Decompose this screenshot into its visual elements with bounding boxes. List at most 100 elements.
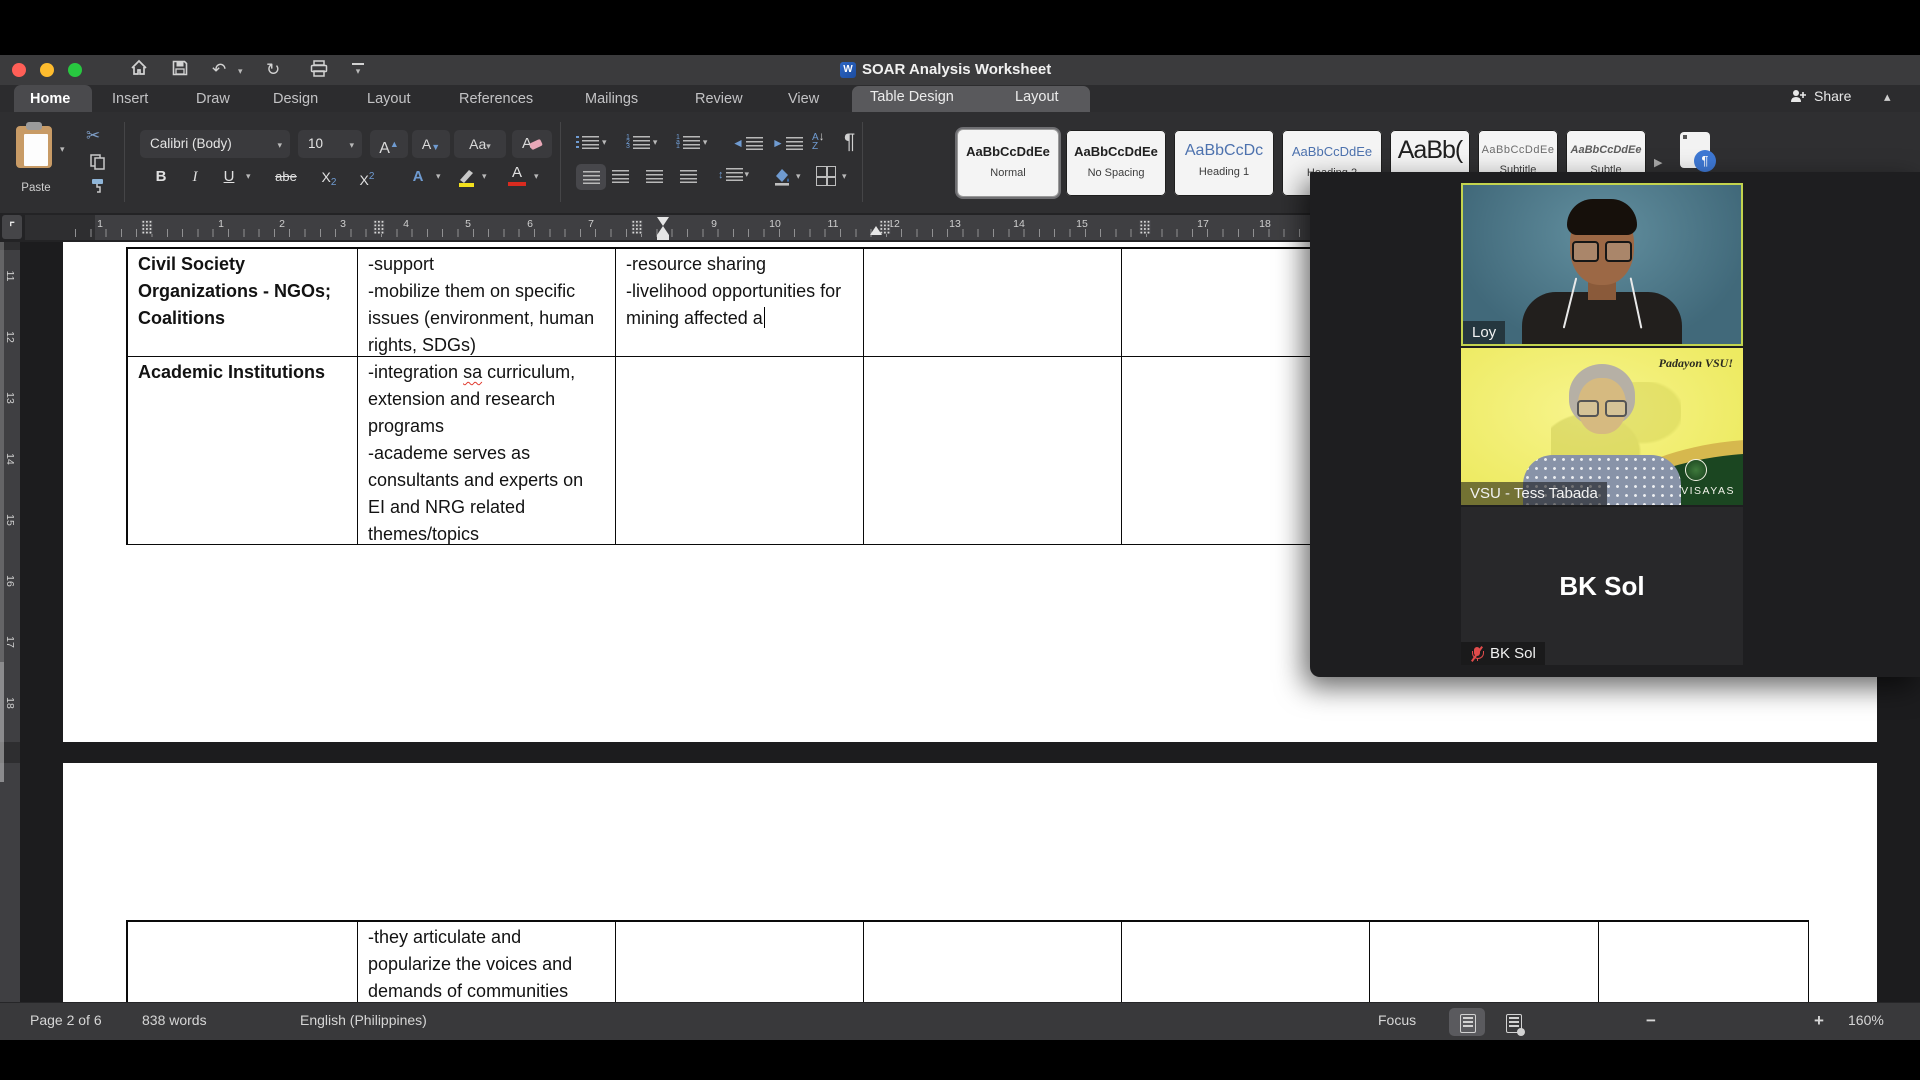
borders-dropdown-icon[interactable]: ▾ [842, 171, 847, 182]
print-icon[interactable] [310, 60, 328, 77]
table-column-marker[interactable] [142, 220, 153, 234]
table-column-marker[interactable] [632, 220, 643, 234]
right-indent-marker[interactable] [870, 226, 882, 235]
table-column-marker[interactable] [374, 220, 385, 234]
first-line-indent-marker[interactable] [657, 217, 669, 226]
line-spacing-dropdown-icon[interactable]: ▾ [745, 169, 750, 180]
bullets-dropdown-icon[interactable]: ▾ [602, 137, 607, 148]
font-name-select[interactable]: Calibri (Body)▾ [140, 130, 290, 158]
save-icon[interactable] [172, 60, 188, 76]
text-effects-dropdown-icon[interactable]: ▾ [436, 171, 441, 182]
shading-dropdown-icon[interactable]: ▾ [796, 171, 801, 182]
table-column-marker[interactable] [1140, 220, 1151, 234]
styles-pane-button[interactable]: ¶ [1680, 132, 1710, 168]
table-cell[interactable] [616, 922, 864, 1004]
language-indicator[interactable]: English (Philippines) [300, 1012, 427, 1028]
page-indicator[interactable]: Page 2 of 6 [30, 1012, 102, 1028]
underline-dropdown-icon[interactable]: ▾ [246, 171, 251, 182]
paste-dropdown-icon[interactable]: ▾ [60, 144, 65, 155]
style-no-spacing[interactable]: AaBbCcDdEe No Spacing [1066, 130, 1166, 196]
table-cell[interactable] [128, 922, 358, 1004]
quick-access-more-icon[interactable]: ▾ [352, 63, 364, 77]
video-call-panel[interactable]: Loy Padayon VSU! VISAYAS VSU - Tess Taba… [1310, 172, 1920, 677]
table-cell[interactable]: -resource sharing -livelihood opportunit… [616, 249, 864, 357]
focus-mode-label[interactable]: Focus [1378, 1012, 1416, 1028]
strikethrough-button[interactable]: abe [266, 164, 306, 190]
decrease-indent-button[interactable]: ◄ [732, 136, 763, 150]
subscript-button[interactable]: X2 [312, 164, 346, 190]
change-case-button[interactable]: Aa▾ [454, 130, 506, 158]
grow-font-button[interactable]: A▲ [370, 130, 408, 158]
tab-design[interactable]: Design [273, 88, 318, 110]
underline-button[interactable]: U [214, 164, 244, 190]
table-cell[interactable] [864, 249, 1122, 357]
video-tile-loy[interactable]: Loy [1461, 183, 1743, 346]
hanging-indent-marker[interactable] [657, 226, 669, 235]
clear-formatting-button[interactable]: A [512, 130, 552, 158]
table-cell[interactable]: Academic Institutions [128, 357, 358, 545]
zoom-in-button[interactable]: + [1814, 1011, 1824, 1031]
redo-icon[interactable]: ↻ [266, 60, 280, 80]
zoom-window-button[interactable] [68, 63, 82, 77]
cut-icon[interactable]: ✂ [86, 126, 100, 146]
soar-table-continued[interactable]: -they articulate and popularize the voic… [126, 920, 1809, 1004]
left-indent-marker[interactable] [657, 235, 669, 240]
table-cell[interactable] [864, 357, 1122, 545]
italic-button[interactable]: I [180, 164, 210, 190]
zoom-out-button[interactable]: − [1646, 1011, 1656, 1031]
table-cell[interactable] [864, 922, 1122, 1004]
bullets-button[interactable]: ▾ [576, 136, 607, 149]
undo-dropdown-icon[interactable]: ▾ [238, 66, 243, 77]
tab-view[interactable]: View [788, 88, 819, 110]
word-count[interactable]: 838 words [142, 1012, 207, 1028]
format-painter-icon[interactable] [90, 178, 106, 194]
line-spacing-button[interactable]: ↕▾ [718, 168, 749, 181]
tab-layout-contextual[interactable]: Layout [1015, 89, 1059, 105]
tab-draw[interactable]: Draw [196, 88, 230, 110]
tab-layout[interactable]: Layout [367, 88, 411, 110]
table-cell[interactable]: Civil Society Organizations - NGOs; Coal… [128, 249, 358, 357]
numbering-button[interactable]: 123▾ [626, 136, 657, 150]
tab-table-design[interactable]: Table Design [870, 89, 954, 105]
sort-button[interactable]: A↓Z [812, 132, 825, 151]
style-heading-1[interactable]: AaBbCcDc Heading 1 [1174, 130, 1274, 196]
font-color-button[interactable]: A [504, 164, 530, 186]
highlight-button[interactable] [456, 166, 478, 188]
table-cell[interactable] [1370, 922, 1599, 1004]
table-cell[interactable]: -support -mobilize them on specific issu… [358, 249, 616, 357]
table-cell[interactable] [1122, 922, 1370, 1004]
paragraph-marks-button[interactable]: ¶ [844, 130, 855, 154]
table-cell[interactable]: -integration sa curriculum, extension an… [358, 357, 616, 545]
borders-button[interactable] [816, 166, 836, 186]
table-cell[interactable] [1599, 922, 1809, 1004]
text-effects-button[interactable]: A [402, 164, 434, 190]
font-color-dropdown-icon[interactable]: ▾ [534, 171, 539, 182]
minimize-window-button[interactable] [40, 63, 54, 77]
superscript-button[interactable]: X2 [350, 164, 384, 190]
align-left-button[interactable] [576, 164, 606, 190]
table-cell[interactable]: -they articulate and popularize the voic… [358, 922, 616, 1004]
shading-button[interactable] [772, 166, 792, 186]
tab-references[interactable]: References [459, 88, 533, 110]
undo-icon[interactable]: ↶ [212, 60, 226, 80]
share-button[interactable]: Share [1790, 88, 1851, 104]
close-window-button[interactable] [12, 63, 26, 77]
multilevel-dropdown-icon[interactable]: ▾ [703, 137, 708, 148]
print-layout-icon[interactable] [1460, 1014, 1476, 1033]
tab-selector-button[interactable]: ⌜ [2, 215, 22, 239]
tab-insert[interactable]: Insert [112, 88, 148, 110]
font-size-select[interactable]: 10▾ [298, 130, 362, 158]
video-tile-tess[interactable]: Padayon VSU! VISAYAS VSU - Tess Tabada [1461, 348, 1743, 505]
web-layout-icon[interactable] [1506, 1014, 1522, 1033]
multilevel-list-button[interactable]: 1a1▾ [676, 136, 707, 150]
align-center-button[interactable] [612, 170, 629, 183]
table-cell[interactable] [616, 357, 864, 545]
video-tile-bksol[interactable]: BK Sol BK Sol [1461, 507, 1743, 665]
tab-review[interactable]: Review [695, 88, 743, 110]
copy-icon[interactable] [90, 154, 105, 170]
align-justify-button[interactable] [680, 170, 697, 183]
align-right-button[interactable] [646, 170, 663, 183]
tab-home[interactable]: Home [30, 88, 70, 110]
paste-button[interactable] [16, 126, 52, 168]
shrink-font-button[interactable]: A▼ [412, 130, 450, 158]
